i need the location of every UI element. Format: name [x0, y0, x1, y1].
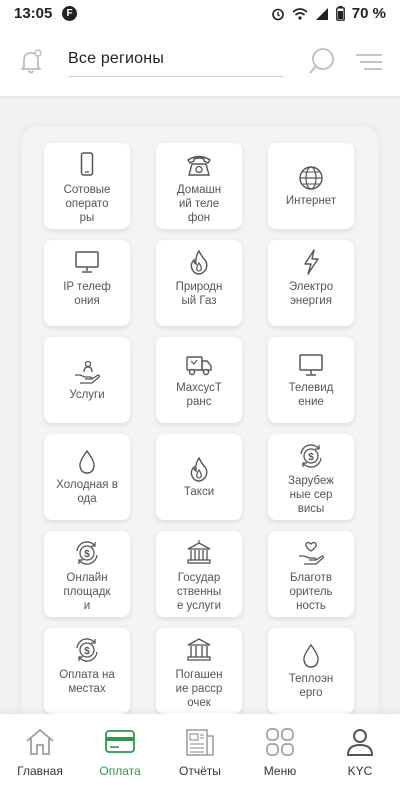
svg-text:$: $ — [84, 549, 90, 560]
service-tile-charity[interactable]: Благотворительность — [268, 531, 354, 617]
globe-icon — [297, 164, 325, 192]
grid-icon — [266, 728, 294, 756]
status-time: 13:05 — [14, 5, 53, 22]
service-tile-internet[interactable]: Интернет — [268, 143, 354, 229]
app-notification-icon: F — [62, 6, 77, 21]
reports-icon — [186, 729, 214, 756]
service-tile-foreign-services[interactable]: $ Зарубежные сервисы — [268, 434, 354, 520]
nav-menu[interactable]: Меню — [240, 726, 320, 778]
monitor-icon — [73, 248, 101, 276]
hand-person-icon — [73, 358, 101, 386]
bottom-navigation: Главная Оплата Отчёты Меню KYC — [0, 714, 400, 800]
service-label: Холодная вода — [56, 479, 118, 505]
status-bar: 13:05 F 70 % — [0, 0, 400, 28]
water-drop-icon — [73, 448, 101, 476]
home-icon — [26, 728, 54, 755]
service-label: Зарубежные сервисы — [288, 475, 334, 515]
nav-kyc[interactable]: KYC — [320, 726, 400, 778]
service-label: Домашний телефон — [176, 184, 222, 224]
bank-icon — [185, 636, 213, 664]
menu-icon[interactable] — [354, 52, 384, 72]
service-label: Услуги — [69, 389, 105, 401]
service-label: Такси — [183, 486, 215, 498]
mobile-phone-icon — [73, 151, 101, 179]
nav-label: Отчёты — [179, 764, 221, 778]
header: Все регионы — [0, 28, 400, 96]
landline-phone-icon — [185, 151, 213, 179]
service-label: Природный Газ — [175, 281, 223, 307]
service-label: Онлайн площадки — [63, 572, 111, 612]
region-selector[interactable]: Все регионы — [68, 50, 284, 77]
service-label: Электроэнергия — [288, 281, 334, 307]
service-tile-onsite-payment[interactable]: $ Оплата на местах — [44, 628, 130, 714]
nav-payment[interactable]: Оплата — [80, 726, 160, 778]
card-icon — [105, 730, 135, 753]
signal-icon — [315, 7, 328, 20]
alarm-icon — [271, 8, 284, 20]
user-icon — [346, 729, 374, 756]
nav-label: Меню — [263, 764, 297, 778]
svg-text:$: $ — [84, 646, 90, 657]
nav-label: Оплата — [99, 764, 141, 778]
nav-reports[interactable]: Отчёты — [160, 726, 240, 778]
flame-icon — [185, 455, 213, 483]
service-label: Благотворительность — [289, 572, 333, 612]
service-tile-heat-energy[interactable]: Теплоэнерго — [268, 628, 354, 714]
nav-label: KYC — [347, 764, 373, 778]
wifi-icon — [292, 7, 308, 20]
nav-label: Главная — [17, 764, 63, 778]
service-tile-services[interactable]: Услуги — [44, 337, 130, 423]
government-building-icon — [185, 539, 213, 567]
service-tile-taxi[interactable]: Такси — [156, 434, 242, 520]
lightning-icon — [297, 248, 325, 276]
service-tile-mobile[interactable]: Сотовые операторы — [44, 143, 130, 229]
service-tile-electricity[interactable]: Электроэнергия — [268, 240, 354, 326]
service-label: Теплоэнерго — [288, 673, 334, 699]
nav-home[interactable]: Главная — [0, 726, 80, 778]
dollar-cycle-icon: $ — [73, 539, 101, 567]
service-tile-gas[interactable]: Природный Газ — [156, 240, 242, 326]
battery-icon — [335, 6, 345, 21]
service-tile-online-platforms[interactable]: $ Онлайн площадки — [44, 531, 130, 617]
dollar-cycle-icon: $ — [297, 442, 325, 470]
truck-icon — [185, 351, 213, 379]
service-label: Погашение рассрочек — [175, 669, 223, 709]
battery-percent: 70 % — [351, 5, 386, 22]
search-icon[interactable] — [307, 46, 337, 76]
svg-text:$: $ — [308, 452, 314, 463]
service-tile-home-phone[interactable]: Домашний телефон — [156, 143, 242, 229]
bell-icon[interactable] — [16, 46, 46, 76]
service-tile-installments[interactable]: Погашение рассрочек — [156, 628, 242, 714]
service-tile-ip-telephony[interactable]: IP телефония — [44, 240, 130, 326]
service-label: Сотовые операторы — [63, 184, 111, 224]
services-panel: Сотовые операторы Домашний телефон Интер… — [22, 126, 378, 726]
service-label: Интернет — [285, 195, 337, 207]
service-tile-television[interactable]: Телевидение — [268, 337, 354, 423]
service-label: Телевидение — [288, 382, 334, 408]
water-drop-icon — [297, 642, 325, 670]
service-label: МахсусТранс — [176, 382, 222, 408]
service-label: Государственные услуги — [176, 572, 222, 612]
service-label: IP телефония — [63, 281, 111, 307]
heart-hand-icon — [297, 539, 325, 567]
service-label: Оплата на местах — [59, 669, 115, 695]
status-icons: 70 % — [271, 5, 386, 22]
service-tile-cold-water[interactable]: Холодная вода — [44, 434, 130, 520]
tv-icon — [297, 351, 325, 379]
service-tile-makhsustrans[interactable]: МахсусТранс — [156, 337, 242, 423]
flame-icon — [185, 248, 213, 276]
service-tile-gov-services[interactable]: Государственные услуги — [156, 531, 242, 617]
dollar-cycle-icon: $ — [73, 636, 101, 664]
